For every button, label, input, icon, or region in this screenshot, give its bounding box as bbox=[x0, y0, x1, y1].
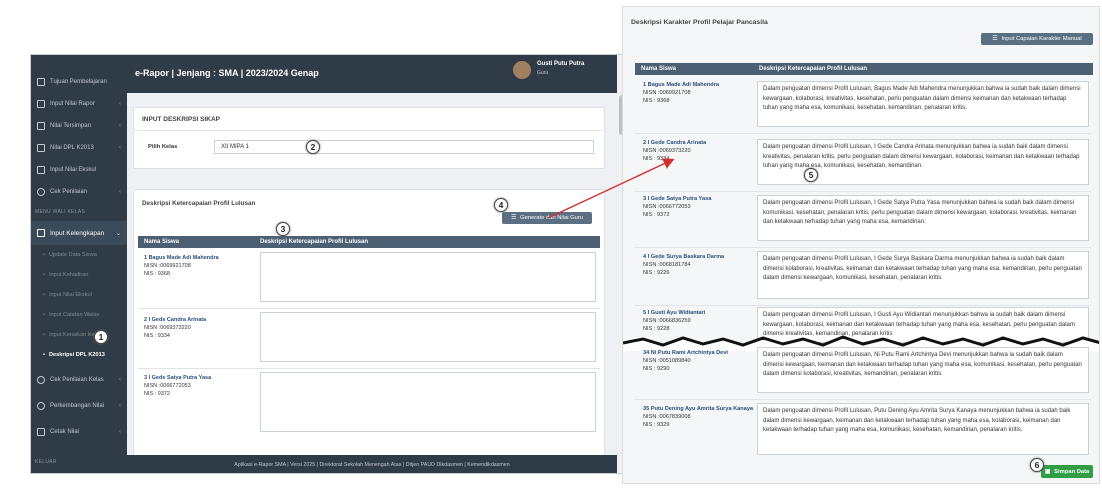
step-badge-4: 4 bbox=[494, 198, 508, 212]
step-badge-3: 3 bbox=[276, 222, 290, 236]
step-badge-5: 5 bbox=[804, 168, 818, 182]
step-badge-1: 1 bbox=[94, 330, 108, 344]
annotation-arrow-layer bbox=[547, 158, 675, 219]
step-badge-2: 2 bbox=[306, 140, 320, 154]
annotation-arrow bbox=[547, 158, 675, 219]
step-badge-6: 6 bbox=[1030, 458, 1044, 472]
tutorial-composite: Tujuan Pembelajaran Input Nilai Rapor ‹ N… bbox=[0, 0, 1102, 488]
